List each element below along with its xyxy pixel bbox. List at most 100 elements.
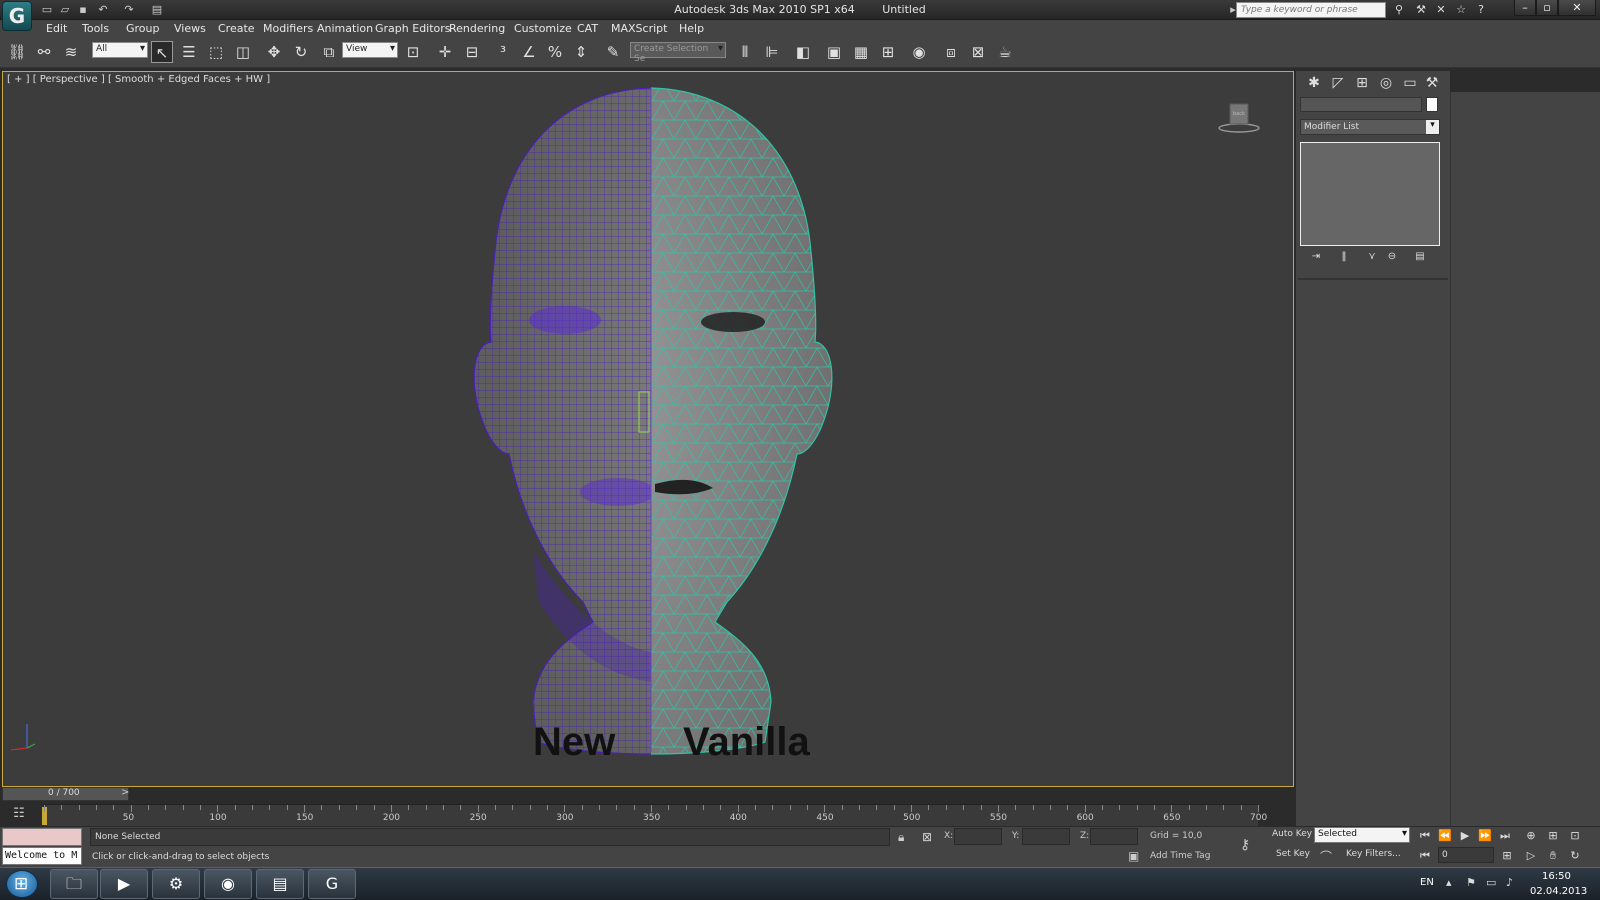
set-key-button[interactable]: Set Key <box>1276 849 1310 859</box>
menu-tools[interactable]: Tools <box>82 22 109 35</box>
key-filters-button[interactable]: Key Filters... <box>1346 849 1401 859</box>
clock-time[interactable]: 16:50 <box>1542 871 1571 882</box>
next-frame-icon[interactable]: ⏩ <box>1476 829 1494 845</box>
zoom-icon[interactable]: ⊕ <box>1522 829 1540 845</box>
field-of-view-icon[interactable]: ▷ <box>1522 849 1540 865</box>
edit-named-selection-icon[interactable]: ✎ <box>602 41 624 63</box>
maxscript-output[interactable]: Welcome to M <box>2 847 82 865</box>
bind-space-warp-icon[interactable]: ≋ <box>60 41 82 63</box>
select-object-icon[interactable]: ↖ <box>151 41 173 63</box>
binoculars-icon[interactable]: ⚲ <box>1392 3 1406 17</box>
go-to-start-icon[interactable]: ⏮ <box>1416 829 1434 845</box>
show-hidden-icons-icon[interactable]: ▴ <box>1446 876 1452 889</box>
render-production-icon[interactable]: ☕ <box>994 41 1016 63</box>
selection-filter-dropdown[interactable]: All <box>92 42 148 58</box>
time-configuration-icon[interactable]: ⊞ <box>1498 849 1516 865</box>
make-unique-icon[interactable]: ⋎ <box>1364 251 1380 265</box>
key-icon[interactable]: ⚷ <box>1240 837 1250 853</box>
curve-editor-icon[interactable]: ▦ <box>850 41 872 63</box>
angle-snap-icon[interactable]: ∠ <box>518 41 540 63</box>
mini-curve-editor-icon[interactable]: ☷ <box>8 806 30 824</box>
utilities-tab-icon[interactable]: ⚒ <box>1422 73 1442 93</box>
percent-snap-icon[interactable]: % <box>544 41 566 63</box>
time-slider-next-icon[interactable]: > <box>121 787 129 798</box>
media-player-taskbar-icon[interactable]: ▶ <box>100 869 148 899</box>
spinner-snap-icon[interactable]: ⇕ <box>570 41 592 63</box>
explorer-taskbar-icon[interactable]: 🗀︎ <box>50 869 98 899</box>
show-end-result-icon[interactable]: ‖ <box>1336 251 1352 265</box>
material-editor-icon[interactable]: ◉ <box>908 41 930 63</box>
input-language-indicator[interactable]: EN <box>1420 877 1434 888</box>
close-button[interactable]: ✕ <box>1558 0 1596 16</box>
current-frame-field[interactable]: 0 <box>1438 847 1494 863</box>
menu-group[interactable]: Group <box>126 22 160 35</box>
window-crossing-icon[interactable]: ◫ <box>232 41 254 63</box>
action-center-flag-icon[interactable]: ⚑ <box>1466 876 1476 889</box>
subscription-icon[interactable]: ⚒ <box>1414 3 1428 17</box>
add-time-tag-button[interactable]: Add Time Tag <box>1150 851 1210 861</box>
help-search-input[interactable]: Type a keyword or phrase <box>1236 2 1386 18</box>
align-icon[interactable]: ⊫ <box>761 41 783 63</box>
key-mode-dropdown[interactable]: Selected <box>1314 827 1410 843</box>
track-bar[interactable]: 50 100 150 200 250 300 350 400 450 500 550 600 650 70… <box>42 804 1267 826</box>
start-button[interactable] <box>6 870 38 898</box>
network-icon[interactable]: ▭ <box>1486 876 1496 889</box>
unlink-icon[interactable]: ⚯ <box>33 41 55 63</box>
menu-create[interactable]: Create <box>218 22 255 35</box>
select-and-link-icon[interactable]: ⛓ <box>6 41 28 63</box>
object-color-swatch[interactable] <box>1426 97 1438 112</box>
pin-stack-icon[interactable]: ⇥ <box>1308 251 1324 265</box>
favorites-star-icon[interactable]: ☆ <box>1454 3 1468 17</box>
hierarchy-tab-icon[interactable]: ⊞ <box>1352 73 1372 93</box>
manipulate-icon[interactable]: ✛ <box>434 41 456 63</box>
chrome-taskbar-icon[interactable]: ◉ <box>204 869 252 899</box>
menu-maxscript[interactable]: MAXScript <box>611 22 667 35</box>
app-taskbar-icon[interactable]: ⚙ <box>152 869 200 899</box>
menu-modifiers[interactable]: Modifiers <box>263 22 313 35</box>
modifier-stack-list[interactable] <box>1300 142 1440 246</box>
x-coordinate-field[interactable] <box>954 828 1002 845</box>
snaps-toggle-icon[interactable]: ³ <box>492 41 514 63</box>
zoom-all-icon[interactable]: ⊞ <box>1544 829 1562 845</box>
3dsmax-taskbar-icon[interactable]: G <box>308 869 356 899</box>
pivot-center-icon[interactable]: ⊡ <box>402 41 424 63</box>
time-tag-icon[interactable]: ▣ <box>1128 849 1139 863</box>
menu-help[interactable]: Help <box>679 22 704 35</box>
z-coordinate-field[interactable] <box>1090 828 1138 845</box>
select-by-name-icon[interactable]: ☰ <box>178 41 200 63</box>
y-coordinate-field[interactable] <box>1022 828 1070 845</box>
orbit-icon[interactable]: ↻ <box>1566 849 1584 865</box>
menu-rendering[interactable]: Rendering <box>449 22 505 35</box>
communication-icon[interactable]: ✕ <box>1434 3 1448 17</box>
graphite-ribbon-icon[interactable]: ▣ <box>823 41 845 63</box>
named-selection-set-dropdown[interactable]: Create Selection Se <box>630 42 726 64</box>
object-name-field[interactable] <box>1300 97 1422 112</box>
time-slider[interactable]: 0 / 700 <box>2 787 129 801</box>
chevron-down-icon[interactable]: ▾ <box>1426 120 1439 134</box>
rectangular-selection-icon[interactable]: ⬚ <box>205 41 227 63</box>
menu-views[interactable]: Views <box>174 22 206 35</box>
archive-taskbar-icon[interactable]: ▤ <box>256 869 304 899</box>
render-setup-icon[interactable]: ⧈ <box>940 41 962 63</box>
maximize-button[interactable]: ▫ <box>1536 0 1558 16</box>
app-logo-icon[interactable]: G <box>2 1 32 31</box>
modifier-list-dropdown[interactable]: Modifier List ▾ <box>1300 119 1440 135</box>
motion-tab-icon[interactable]: ◎ <box>1376 73 1396 93</box>
selection-lock-icon[interactable]: 🔒︎ <box>898 830 904 845</box>
auto-key-button[interactable]: Auto Key <box>1272 829 1312 839</box>
zoom-extents-icon[interactable]: ⊡ <box>1566 829 1584 845</box>
help-icon[interactable]: ? <box>1474 3 1488 17</box>
key-mode-toggle-icon[interactable]: ⏮ <box>1416 849 1434 865</box>
menu-edit[interactable]: Edit <box>46 22 67 35</box>
minimize-button[interactable]: – <box>1514 0 1536 16</box>
absolute-offset-mode-icon[interactable]: ⊠ <box>922 830 932 844</box>
go-to-end-icon[interactable]: ⏭ <box>1496 829 1514 845</box>
menu-graph-editors[interactable]: Graph Editors <box>375 22 451 35</box>
create-tab-icon[interactable]: ✱ <box>1304 73 1324 93</box>
perspective-viewport[interactable]: [ + ] [ Perspective ] [ Smooth + Edged F… <box>2 71 1294 787</box>
viewport-label[interactable]: [ + ] [ Perspective ] [ Smooth + Edged F… <box>7 74 270 85</box>
default-tangent-icon[interactable]: ⌒ <box>1320 848 1332 865</box>
viewcube-icon[interactable]: back <box>1217 100 1261 136</box>
maxscript-listener-input[interactable] <box>2 828 82 846</box>
previous-frame-icon[interactable]: ⏪ <box>1436 829 1454 845</box>
